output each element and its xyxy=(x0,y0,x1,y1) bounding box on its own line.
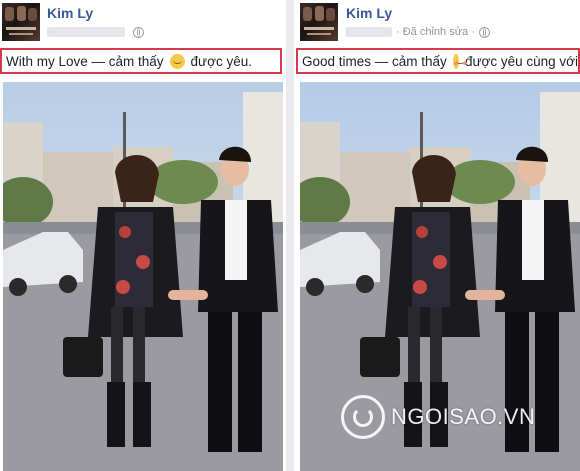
avatar[interactable] xyxy=(2,3,40,41)
status-feeling: được yêu. xyxy=(190,53,252,69)
author-name[interactable]: Kim Ly xyxy=(346,5,392,21)
blurred-timestamp xyxy=(47,27,125,37)
blurred-timestamp xyxy=(346,27,392,37)
post-header: Kim Ly xyxy=(0,0,286,46)
watermark: NGOISAO.VN xyxy=(341,395,535,439)
status-highlight: Good times — cảm thấy được yêu cùng với xyxy=(296,48,580,74)
globe-icon xyxy=(478,26,490,38)
post-meta xyxy=(47,26,144,38)
status-highlight: With my Love — cảm thấy được yêu. xyxy=(0,48,282,74)
panel-separator xyxy=(286,0,294,471)
post-left: Kim Ly With my Love — cảm thấy được yêu. xyxy=(0,0,286,471)
status-text: Good times — cảm thấy xyxy=(302,53,447,69)
globe-icon xyxy=(133,26,144,38)
smiling-face-icon xyxy=(169,53,185,69)
post-header: Kim Ly · Đã chỉnh sửa · xyxy=(294,0,580,46)
post-meta: · Đã chỉnh sửa · xyxy=(346,26,490,38)
watermark-text: NGOISAO.VN xyxy=(391,404,536,429)
blushing-face-icon xyxy=(452,53,466,69)
ngoisao-logo-icon xyxy=(341,395,385,439)
status-text: With my Love — cảm thấy xyxy=(6,53,164,69)
post-photo[interactable] xyxy=(3,82,283,471)
edited-label[interactable]: · Đã chỉnh sửa · xyxy=(396,26,475,38)
author-name[interactable]: Kim Ly xyxy=(47,5,93,21)
status-feeling: được yêu cùng với xyxy=(464,53,578,69)
avatar[interactable] xyxy=(300,3,338,41)
